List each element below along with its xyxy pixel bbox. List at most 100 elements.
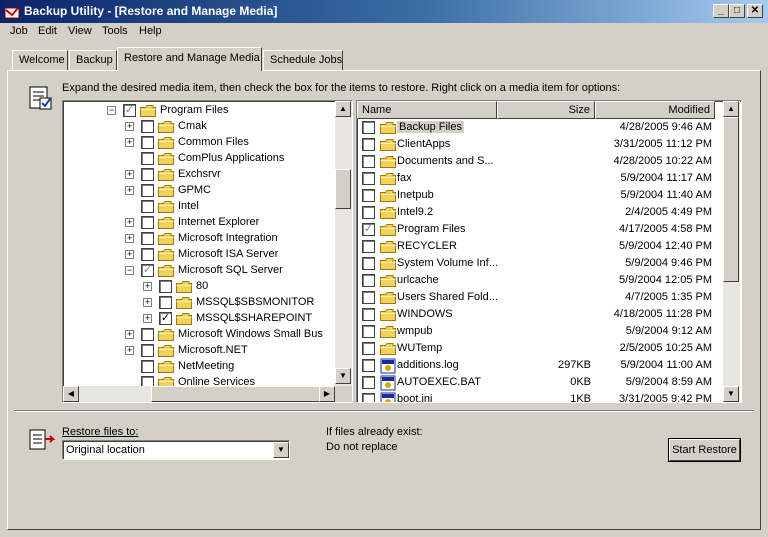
menu-tools[interactable]: Tools <box>102 25 128 40</box>
tree-item[interactable]: + Internet Explorer <box>63 215 335 231</box>
list-vscrollbar[interactable]: ▲ ▼ <box>723 101 740 402</box>
list-checkbox[interactable] <box>362 359 375 372</box>
expand-icon[interactable]: + <box>143 298 152 307</box>
tree-checkbox[interactable] <box>141 360 154 373</box>
list-row[interactable]: WINDOWS 4/18/2005 11:28 PM <box>357 306 723 323</box>
tree-vscroll-thumb[interactable] <box>335 169 351 209</box>
list-checkbox[interactable] <box>362 291 375 304</box>
scroll-up-icon[interactable]: ▲ <box>723 101 739 117</box>
list-row[interactable]: RECYCLER 5/9/2004 12:40 PM <box>357 238 723 255</box>
list-row[interactable]: ✓ Program Files 4/17/2005 4:58 PM <box>357 221 723 238</box>
tree-checkbox[interactable] <box>141 120 154 133</box>
menu-help[interactable]: Help <box>139 25 162 40</box>
list-checkbox[interactable] <box>362 121 375 134</box>
tree-checkbox[interactable] <box>141 216 154 229</box>
tree-item[interactable]: − ✓ Microsoft SQL Server <box>63 263 335 279</box>
media-tree[interactable]: − ✓ Program Files + Cmak + Common Files ComPlus… <box>62 100 353 403</box>
expand-icon[interactable]: + <box>143 314 152 323</box>
maximize-button[interactable]: □ <box>729 4 745 18</box>
tree-checkbox[interactable] <box>159 280 172 293</box>
scroll-up-icon[interactable]: ▲ <box>335 101 351 117</box>
tree-item[interactable]: + GPMC <box>63 183 335 199</box>
tree-item[interactable]: +80 <box>63 279 335 295</box>
list-checkbox[interactable] <box>362 308 375 321</box>
scroll-down-icon[interactable]: ▼ <box>723 386 739 402</box>
list-row[interactable]: additions.log 297KB 5/9/2004 11:00 AM <box>357 357 723 374</box>
start-restore-button[interactable]: Start Restore <box>669 439 740 461</box>
list-row[interactable]: Users Shared Fold... 4/7/2005 1:35 PM <box>357 289 723 306</box>
tree-checkbox[interactable] <box>141 232 154 245</box>
list-checkbox[interactable] <box>362 257 375 270</box>
list-checkbox[interactable]: ✓ <box>362 223 375 236</box>
list-row[interactable]: wmpub 5/9/2004 9:12 AM <box>357 323 723 340</box>
list-row[interactable]: Documents and S... 4/28/2005 10:22 AM <box>357 153 723 170</box>
expand-icon[interactable]: + <box>125 138 134 147</box>
list-row[interactable]: Inetpub 5/9/2004 11:40 AM <box>357 187 723 204</box>
list-checkbox[interactable] <box>362 172 375 185</box>
file-list[interactable]: Name Size Modified Backup Files 4/28/2005… <box>356 100 742 403</box>
tree-item[interactable]: ComPlus Applications <box>63 151 335 167</box>
tree-item[interactable]: + ✓ MSSQL$SHAREPOINT <box>63 311 335 327</box>
scroll-right-icon[interactable]: ▶ <box>319 386 335 402</box>
list-row[interactable]: System Volume Inf... 5/9/2004 9:46 PM <box>357 255 723 272</box>
tree-checkbox[interactable] <box>141 184 154 197</box>
list-row[interactable]: ClientApps 3/31/2005 11:12 PM <box>357 136 723 153</box>
restore-location-select[interactable]: Original location ▼ <box>62 440 290 460</box>
list-checkbox[interactable] <box>362 240 375 253</box>
expand-icon[interactable]: + <box>125 186 134 195</box>
list-row[interactable]: Backup Files 4/28/2005 9:46 AM <box>357 119 723 136</box>
list-row[interactable]: Intel9.2 2/4/2005 4:49 PM <box>357 204 723 221</box>
list-checkbox[interactable] <box>362 189 375 202</box>
tree-checkbox[interactable] <box>159 296 172 309</box>
dropdown-arrow-icon[interactable]: ▼ <box>273 442 289 458</box>
expand-icon[interactable]: + <box>125 346 134 355</box>
tree-item[interactable]: Online Services <box>63 375 335 386</box>
list-row[interactable]: fax 5/9/2004 11:17 AM <box>357 170 723 187</box>
tree-vscrollbar[interactable]: ▲ ▼ <box>335 101 352 386</box>
expand-icon[interactable]: + <box>125 122 134 131</box>
tree-checkbox[interactable] <box>141 376 154 386</box>
tree-item[interactable]: + Microsoft Windows Small Bus <box>63 327 335 343</box>
tree-checkbox[interactable] <box>141 200 154 213</box>
tree-checkbox[interactable] <box>141 152 154 165</box>
scroll-left-icon[interactable]: ◀ <box>63 386 79 402</box>
tree-item[interactable]: − ✓ Program Files <box>63 103 335 119</box>
collapse-icon[interactable]: − <box>107 106 116 115</box>
tree-checkbox[interactable] <box>141 248 154 261</box>
minimize-button[interactable]: _ <box>713 4 729 18</box>
menu-edit[interactable]: Edit <box>38 25 57 40</box>
expand-icon[interactable]: + <box>125 250 134 259</box>
expand-icon[interactable]: + <box>143 282 152 291</box>
tree-checkbox[interactable] <box>141 168 154 181</box>
list-row[interactable]: urlcache 5/9/2004 12:05 PM <box>357 272 723 289</box>
list-checkbox[interactable] <box>362 206 375 219</box>
tab-welcome[interactable]: Welcome <box>12 50 68 70</box>
list-vscroll-thumb[interactable] <box>723 117 739 282</box>
tree-checkbox[interactable] <box>141 136 154 149</box>
column-header-name[interactable]: Name <box>357 101 497 119</box>
tree-checkbox[interactable] <box>141 344 154 357</box>
tree-item[interactable]: + Microsoft Integration <box>63 231 335 247</box>
list-checkbox[interactable] <box>362 393 375 402</box>
menu-job[interactable]: Job <box>10 25 28 40</box>
menu-view[interactable]: View <box>68 25 92 40</box>
expand-icon[interactable]: + <box>125 170 134 179</box>
expand-icon[interactable]: + <box>125 330 134 339</box>
list-checkbox[interactable] <box>362 138 375 151</box>
expand-icon[interactable]: + <box>125 218 134 227</box>
tree-checkbox[interactable] <box>141 328 154 341</box>
tree-hscroll-thumb[interactable] <box>151 386 331 402</box>
tree-checkbox[interactable]: ✓ <box>123 104 136 117</box>
title-bar[interactable]: Backup Utility - [Restore and Manage Med… <box>0 0 768 23</box>
tree-item[interactable]: + MSSQL$SBSMONITOR <box>63 295 335 311</box>
list-checkbox[interactable] <box>362 274 375 287</box>
list-checkbox[interactable] <box>362 376 375 389</box>
tree-hscrollbar[interactable]: ◀ ▶ <box>63 386 335 402</box>
tree-item[interactable]: Intel <box>63 199 335 215</box>
tab-schedule-jobs[interactable]: Schedule Jobs <box>263 50 343 70</box>
expand-icon[interactable]: + <box>125 234 134 243</box>
tree-item[interactable]: + Cmak <box>63 119 335 135</box>
list-checkbox[interactable] <box>362 342 375 355</box>
tree-checkbox[interactable]: ✓ <box>159 312 172 325</box>
tree-checkbox[interactable]: ✓ <box>141 264 154 277</box>
